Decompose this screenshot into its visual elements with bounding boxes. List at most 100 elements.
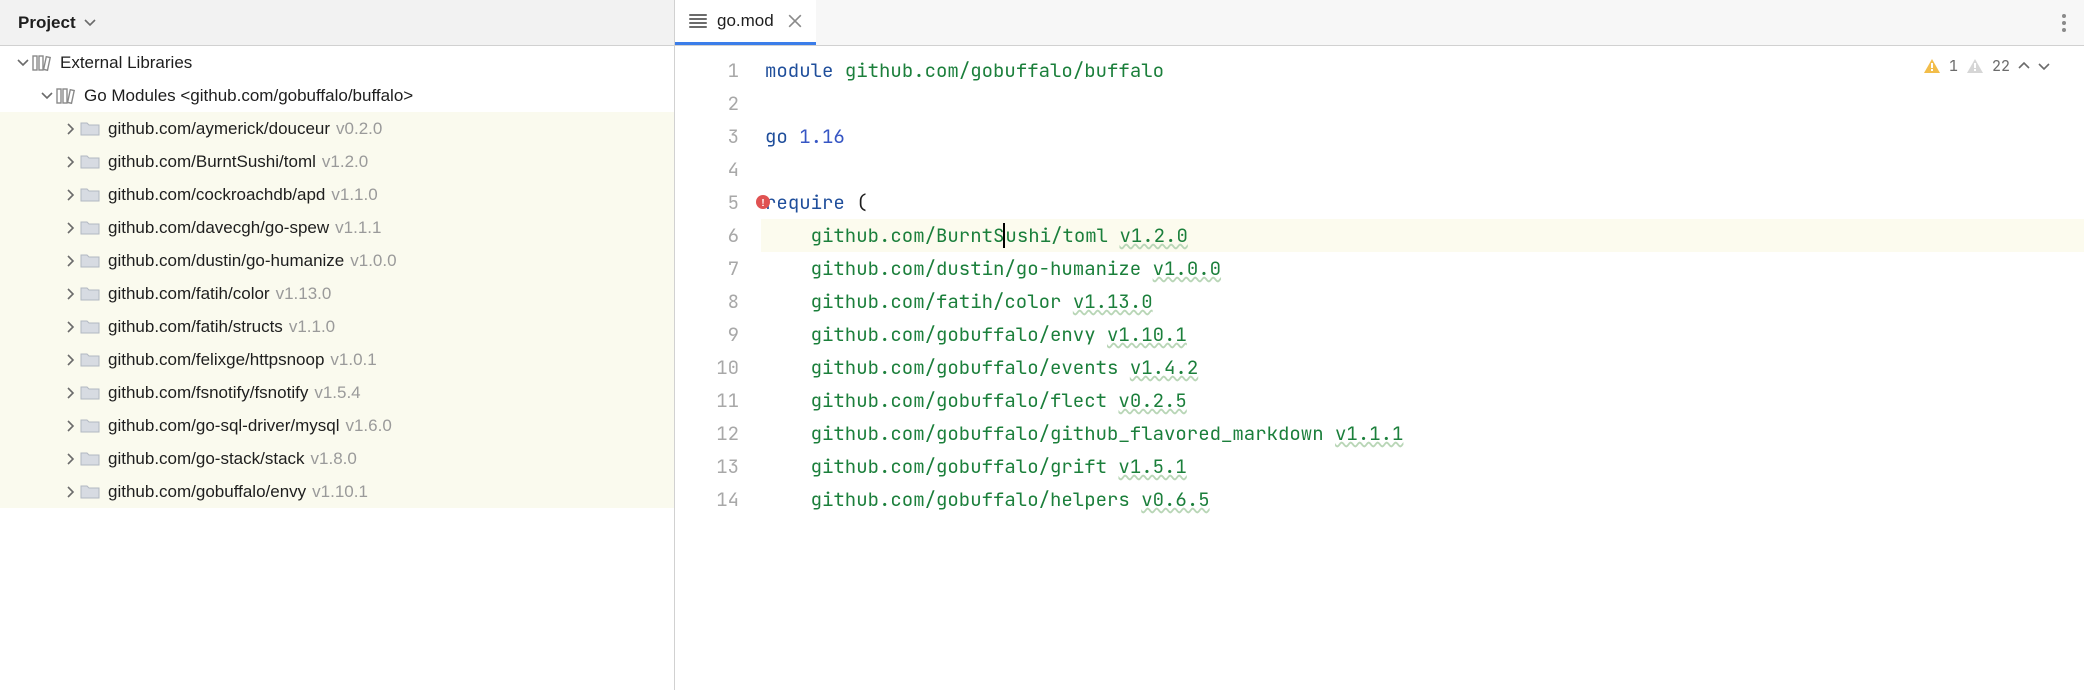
line-number: 2 — [675, 87, 761, 120]
tree-version: v1.6.0 — [345, 416, 391, 436]
tree-node-go-modules[interactable]: Go Modules <github.com/gobuffalo/buffalo… — [0, 79, 674, 112]
tree-version: v1.2.0 — [322, 152, 368, 172]
code-line[interactable]: github.com/gobuffalo/grift v1.5.1 — [761, 450, 2084, 483]
warning-count-1: 1 — [1949, 56, 1958, 76]
tree-node-dependency[interactable]: github.com/dustin/go-humanize v1.0.0 — [0, 244, 674, 277]
code-line[interactable]: github.com/gobuffalo/flect v0.2.5 — [761, 384, 2084, 417]
line-number: 5 — [675, 186, 761, 219]
chevron-right-icon — [65, 453, 77, 465]
warning-weak-icon — [1966, 58, 1984, 74]
chevron-right-icon — [65, 222, 77, 234]
line-number: 3 — [675, 120, 761, 153]
chevron-right-icon — [65, 156, 77, 168]
code-line[interactable]: go 1.16 — [761, 120, 2084, 153]
folder-icon — [80, 484, 100, 500]
code-line[interactable]: github.com/gobuffalo/helpers v0.6.5 — [761, 483, 2084, 516]
tree-label: Go Modules <github.com/gobuffalo/buffalo… — [84, 86, 413, 106]
folder-icon — [80, 418, 100, 434]
code-editor[interactable]: 1234567891011121314 module github.com/go… — [675, 46, 2084, 690]
tree-label: github.com/aymerick/douceur — [108, 119, 330, 139]
tree-label: github.com/BurntSushi/toml — [108, 152, 316, 172]
tree-node-dependency[interactable]: github.com/fatih/structsv1.1.0 — [0, 310, 674, 343]
tree-version: v1.13.0 — [276, 284, 332, 304]
tree-label: github.com/go-stack/stack — [108, 449, 305, 469]
chevron-right-icon — [65, 354, 77, 366]
tree-label: github.com/go-sql-driver/mysql — [108, 416, 339, 436]
chevron-right-icon — [65, 321, 77, 333]
code-line[interactable]: github.com/gobuffalo/events v1.4.2 — [761, 351, 2084, 384]
tree-label: github.com/felixge/httpsnoop — [108, 350, 324, 370]
tree-version: v1.8.0 — [311, 449, 357, 469]
tree-version: v1.0.0 — [350, 251, 396, 271]
chevron-right-icon — [65, 123, 77, 135]
project-tree[interactable]: External Libraries Go Modules <github.co… — [0, 46, 675, 690]
tree-node-dependency[interactable]: github.com/felixge/httpsnoopv1.0.1 — [0, 343, 674, 376]
tree-label: External Libraries — [60, 53, 192, 73]
chevron-down-icon — [41, 90, 53, 102]
topbar: Project go.mod — [0, 0, 2084, 46]
chevron-up-icon[interactable] — [2018, 60, 2030, 72]
folder-icon — [80, 121, 100, 137]
code-line[interactable]: github.com/fatih/color v1.13.0 — [761, 285, 2084, 318]
editor-more-menu[interactable] — [2044, 0, 2084, 45]
warning-icon — [1923, 58, 1941, 74]
editor-tab-go-mod[interactable]: go.mod — [675, 0, 816, 45]
error-icon[interactable]: ! — [756, 195, 770, 209]
tree-node-dependency[interactable]: github.com/davecgh/go-spewv1.1.1 — [0, 211, 674, 244]
code-line[interactable]: module github.com/gobuffalo/buffalo — [761, 54, 2084, 87]
tree-version: v1.1.0 — [331, 185, 377, 205]
tree-label: github.com/fsnotify/fsnotify — [108, 383, 308, 403]
folder-icon — [80, 385, 100, 401]
folder-icon — [80, 253, 100, 269]
tree-node-dependency[interactable]: github.com/BurntSushi/toml v1.2.0 — [0, 145, 674, 178]
chevron-right-icon — [65, 486, 77, 498]
tree-label: github.com/gobuffalo/envy — [108, 482, 306, 502]
tree-node-dependency[interactable]: github.com/cockroachdb/apd v1.1.0 — [0, 178, 674, 211]
tree-label: github.com/cockroachdb/apd — [108, 185, 325, 205]
tree-version: v0.2.0 — [336, 119, 382, 139]
tree-node-dependency[interactable]: github.com/aymerick/douceur v0.2.0 — [0, 112, 674, 145]
code-line[interactable] — [761, 87, 2084, 120]
code-area[interactable]: module github.com/gobuffalo/buffalo go 1.… — [761, 46, 2084, 690]
tree-node-dependency[interactable]: github.com/go-sql-driver/mysql v1.6.0 — [0, 409, 674, 442]
tree-version: v1.10.1 — [312, 482, 368, 502]
tree-node-dependency[interactable]: github.com/go-stack/stack v1.8.0 — [0, 442, 674, 475]
tree-node-dependency[interactable]: github.com/fatih/color v1.13.0 — [0, 277, 674, 310]
tree-node-dependency[interactable]: github.com/gobuffalo/envy v1.10.1 — [0, 475, 674, 508]
code-line[interactable]: !require ( — [761, 186, 2084, 219]
project-tool-button[interactable]: Project — [18, 13, 96, 33]
line-number: 11 — [675, 384, 761, 417]
folder-icon — [80, 154, 100, 170]
chevron-down-icon[interactable] — [2038, 60, 2050, 72]
tree-label: github.com/fatih/color — [108, 284, 270, 304]
line-number: 4 — [675, 153, 761, 186]
code-line[interactable]: github.com/BurntSushi/toml v1.2.0 — [761, 219, 2084, 252]
code-line[interactable] — [761, 153, 2084, 186]
tree-version: v1.5.4 — [314, 383, 360, 403]
tree-node-dependency[interactable]: github.com/fsnotify/fsnotify v1.5.4 — [0, 376, 674, 409]
project-label: Project — [18, 13, 76, 33]
chevron-right-icon — [65, 420, 77, 432]
tree-label: github.com/dustin/go-humanize — [108, 251, 344, 271]
folder-icon — [80, 451, 100, 467]
inspections-widget[interactable]: 1 22 — [1917, 54, 2056, 78]
folder-icon — [80, 319, 100, 335]
code-line[interactable]: github.com/gobuffalo/github_flavored_mar… — [761, 417, 2084, 450]
line-number: 14 — [675, 483, 761, 516]
code-line[interactable]: github.com/dustin/go-humanize v1.0.0 — [761, 252, 2084, 285]
close-icon[interactable] — [788, 14, 802, 28]
chevron-right-icon — [65, 189, 77, 201]
tree-version: v1.1.1 — [335, 218, 381, 238]
line-number: 1 — [675, 54, 761, 87]
code-line[interactable]: github.com/gobuffalo/envy v1.10.1 — [761, 318, 2084, 351]
line-number: 12 — [675, 417, 761, 450]
tree-node-external-libraries[interactable]: External Libraries — [0, 46, 674, 79]
vertical-dots-icon — [2062, 14, 2066, 32]
tree-version: v1.1.0 — [289, 317, 335, 337]
folder-icon — [80, 352, 100, 368]
chevron-down-icon — [84, 17, 96, 29]
tab-label: go.mod — [717, 11, 774, 31]
library-icon — [56, 87, 78, 105]
line-number: 13 — [675, 450, 761, 483]
folder-icon — [80, 220, 100, 236]
